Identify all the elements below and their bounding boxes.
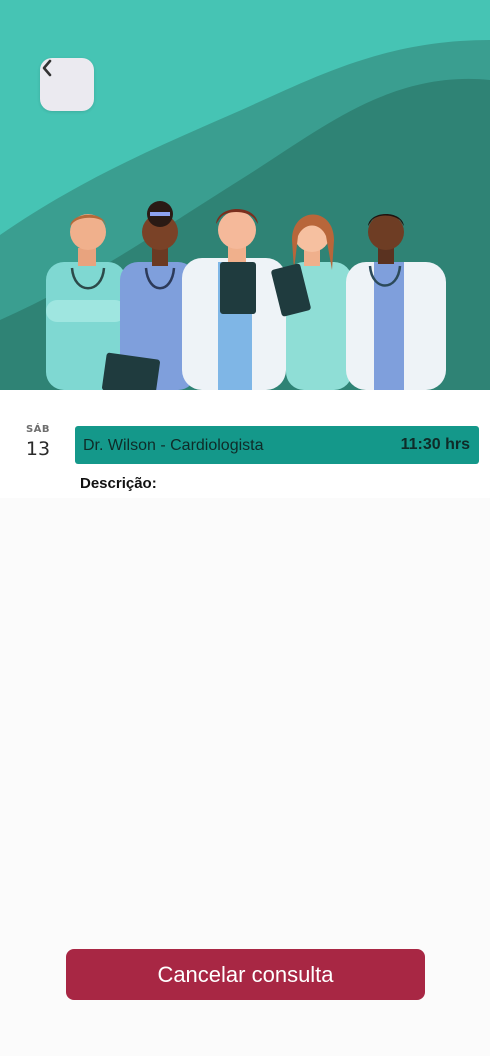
hero-illustration: [0, 0, 490, 390]
appointment-time: 11:30 hrs: [400, 436, 470, 453]
appointment-title: Dr. Wilson - Cardiologista: [83, 437, 264, 454]
description-label: Descrição:: [80, 475, 157, 492]
appointment-date: SÁB 13: [16, 424, 60, 460]
appointment-card[interactable]: Dr. Wilson - Cardiologista 11:30 hrs: [75, 426, 479, 464]
back-button[interactable]: [40, 58, 94, 111]
day-number: 13: [25, 438, 51, 460]
chevron-left-icon: [42, 59, 52, 77]
cancel-appointment-button[interactable]: Cancelar consulta: [66, 949, 425, 1000]
day-name: SÁB: [25, 424, 51, 435]
